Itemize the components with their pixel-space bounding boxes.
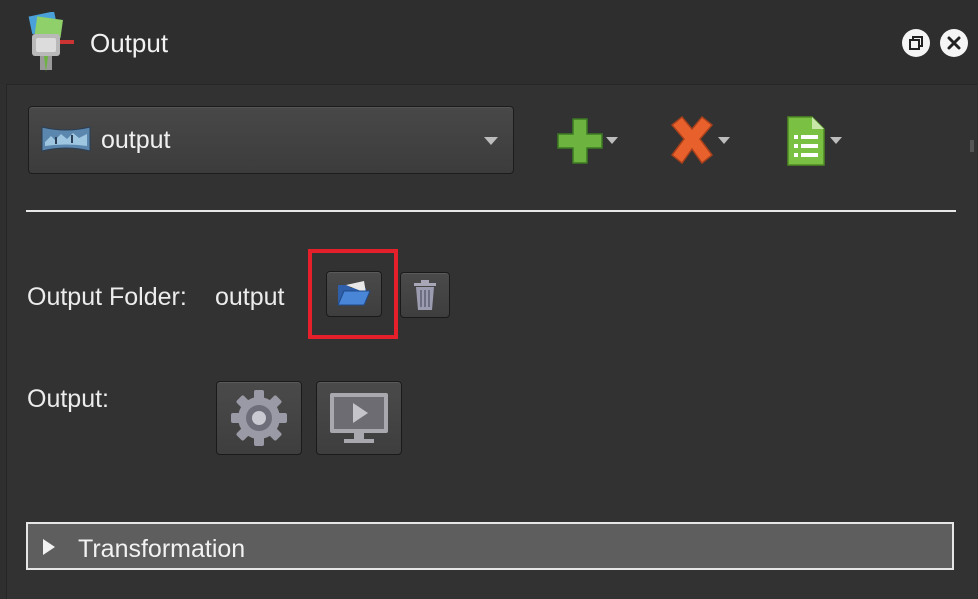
title-bar: Output xyxy=(0,0,978,84)
monitor-play-icon xyxy=(330,393,388,443)
output-label: Output: xyxy=(27,385,109,413)
add-output-button[interactable] xyxy=(556,115,620,167)
chevron-down-icon xyxy=(484,137,498,145)
output-settings-button[interactable] xyxy=(216,381,302,455)
highlight-box xyxy=(308,249,398,339)
output-profile-dropdown[interactable]: output xyxy=(28,106,514,174)
restore-button[interactable] xyxy=(902,29,930,57)
document-options-button[interactable] xyxy=(784,115,848,167)
output-preview-button[interactable] xyxy=(316,381,402,455)
scrollbar-handle[interactable] xyxy=(970,140,974,152)
close-icon xyxy=(947,36,961,50)
clear-folder-button[interactable] xyxy=(400,272,450,318)
output-folder-value: output xyxy=(215,283,285,311)
section-divider xyxy=(26,210,956,212)
restore-icon xyxy=(909,36,923,50)
document-list-icon xyxy=(787,116,842,166)
x-icon xyxy=(670,115,730,165)
selected-profile: output xyxy=(101,126,171,154)
window-title: Output xyxy=(90,28,169,58)
gear-icon xyxy=(231,390,287,446)
close-button[interactable] xyxy=(940,29,968,57)
app-icon xyxy=(28,12,74,72)
disclosure-triangle-icon xyxy=(43,539,55,555)
transformation-label: Transformation xyxy=(78,535,246,563)
trash-icon xyxy=(414,280,436,310)
remove-output-button[interactable] xyxy=(668,115,732,167)
output-folder-label: Output Folder: xyxy=(27,283,187,311)
panorama-icon xyxy=(41,126,91,152)
plus-icon xyxy=(557,118,618,164)
transformation-section-header[interactable]: Transformation xyxy=(26,522,954,570)
